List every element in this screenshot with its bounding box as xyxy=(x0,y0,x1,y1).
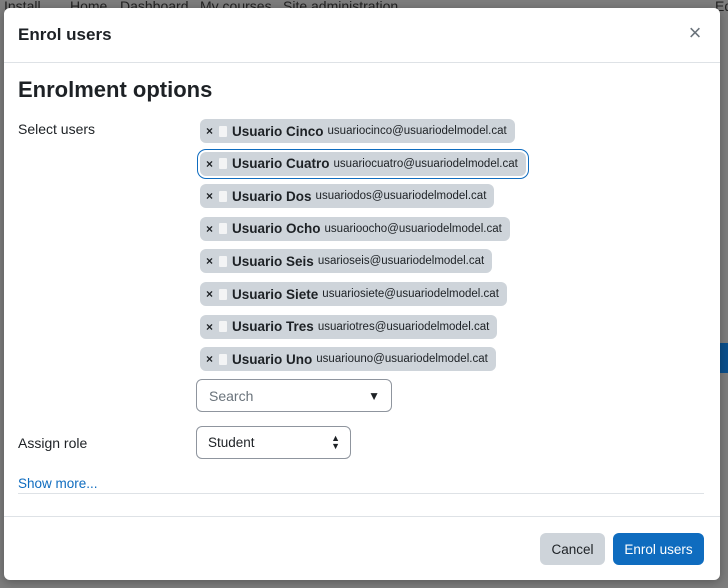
section-title: Enrolment options xyxy=(18,77,213,102)
remove-icon[interactable]: × xyxy=(206,320,213,334)
selected-user-name: Usuario Cuatro xyxy=(232,156,330,172)
user-avatar-icon xyxy=(219,288,228,300)
user-avatar-icon xyxy=(219,223,228,235)
selected-user-name: Usuario Cinco xyxy=(232,123,324,139)
select-users-label: Select users xyxy=(18,121,96,137)
remove-icon[interactable]: × xyxy=(206,287,213,301)
selected-user-pill[interactable]: × Usuario Dos usuariodos@usuariodelmodel.c… xyxy=(200,184,495,209)
selected-user-email: usuariodos@usuariodelmodel.cat xyxy=(315,190,487,203)
selected-user-pill[interactable]: × Usuario Siete usuariosiete@usuariodelmod… xyxy=(200,282,507,306)
divider xyxy=(18,493,704,494)
search-field[interactable]: ▼ xyxy=(196,379,392,412)
selected-user-email: usuariocuatro@usuariodelmodel.cat xyxy=(333,157,518,170)
user-avatar-icon xyxy=(219,158,228,170)
selected-user-name: Usuario Ocho xyxy=(232,221,321,237)
selected-user-name: Usuario Uno xyxy=(232,351,313,367)
selected-user-email: usuariocinco@usuariodelmodel.cat xyxy=(327,125,507,137)
remove-icon[interactable]: × xyxy=(206,254,213,268)
remove-icon[interactable]: × xyxy=(206,124,213,138)
enrol-users-modal: Enrol users × Enrolment options Select u… xyxy=(4,8,720,580)
selected-user-email: usuariouno@usuariodelmodel.cat xyxy=(316,353,488,366)
assign-role-label: Assign role xyxy=(18,435,88,451)
selected-user-pill[interactable]: × Usuario Seis usarioseis@usuariodelmodel.… xyxy=(200,249,493,274)
selected-user-pill[interactable]: × Usuario Cinco usuariocinco@usuariodelmod… xyxy=(200,119,515,143)
selected-user-email: usuariotres@usuariodelmodel.cat xyxy=(317,320,490,333)
user-avatar-icon xyxy=(219,255,228,267)
role-select-value: Student xyxy=(208,435,255,450)
selected-user-pill[interactable]: × Usuario Cuatro usuariocuatro@usuariodelm… xyxy=(200,151,526,176)
remove-icon[interactable]: × xyxy=(206,157,213,171)
modal-title: Enrol users xyxy=(18,25,112,44)
modal-header: Enrol users × xyxy=(4,8,720,63)
search-input[interactable] xyxy=(207,387,357,405)
selected-user-pill[interactable]: × Usuario Uno usuariouno@usuariodelmodel.c… xyxy=(200,347,496,372)
cancel-button[interactable]: Cancel xyxy=(540,533,605,565)
user-avatar-icon xyxy=(219,353,228,365)
remove-icon[interactable]: × xyxy=(206,352,213,366)
modal-footer: Cancel Enrol users xyxy=(4,516,720,580)
selected-user-pill[interactable]: × Usuario Tres usuariotres@usuariodelmodel… xyxy=(200,314,498,339)
selected-user-email: usuarioocho@usuariodelmodel.cat xyxy=(324,222,502,235)
user-avatar-icon xyxy=(219,190,228,202)
selected-user-name: Usuario Tres xyxy=(232,319,314,335)
selected-user-pill[interactable]: × Usuario Ocho usuarioocho@usuariodelmodel… xyxy=(200,216,510,241)
user-avatar-icon xyxy=(219,125,228,137)
selected-user-email: usuariosiete@usuariodelmodel.cat xyxy=(322,288,499,300)
user-avatar-icon xyxy=(219,321,228,333)
close-icon[interactable]: × xyxy=(684,22,706,44)
selected-user-name: Usuario Dos xyxy=(232,188,312,204)
chevron-down-icon[interactable]: ▼ xyxy=(368,389,380,403)
selected-user-email: usarioseis@usuariodelmodel.cat xyxy=(317,255,485,268)
remove-icon[interactable]: × xyxy=(206,189,213,203)
selected-user-name: Usuario Siete xyxy=(232,286,319,302)
role-select[interactable]: Student ▲ ▼ xyxy=(196,426,351,459)
enrol-users-button[interactable]: Enrol users xyxy=(613,533,704,565)
select-arrows-icon: ▲ ▼ xyxy=(331,433,340,451)
remove-icon[interactable]: × xyxy=(206,222,213,236)
show-more-link[interactable]: Show more... xyxy=(18,476,98,491)
selected-user-name: Usuario Seis xyxy=(232,253,314,269)
